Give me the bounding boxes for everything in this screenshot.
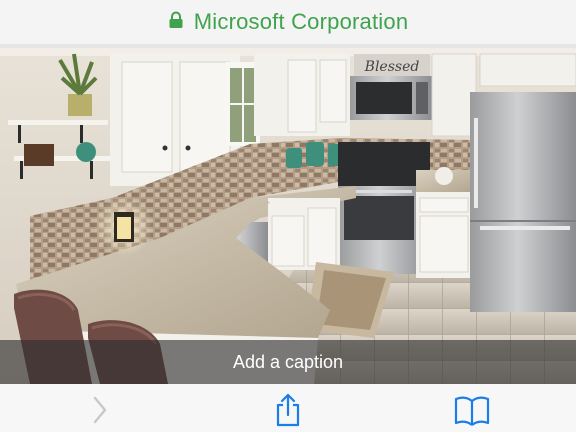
caption-placeholder[interactable]: Add a caption	[233, 352, 343, 373]
forward-button[interactable]	[80, 396, 120, 428]
blessed-sign: Blessed	[364, 59, 420, 75]
chevron-right-icon	[93, 396, 107, 429]
share-button[interactable]	[268, 393, 308, 428]
share-icon	[274, 393, 302, 432]
book-icon	[454, 395, 490, 430]
caption-bar[interactable]: Add a caption	[0, 340, 576, 384]
page-title: Microsoft Corporation	[193, 9, 409, 34]
reader-button[interactable]	[452, 396, 492, 428]
title-bar: Microsoft Corporation	[0, 0, 576, 44]
lock-icon	[168, 11, 184, 34]
app-root: Microsoft Corporation Blessed Add a capt…	[0, 0, 576, 432]
kitchen-photo[interactable]: Blessed	[0, 48, 576, 384]
bottom-toolbar	[0, 384, 576, 432]
